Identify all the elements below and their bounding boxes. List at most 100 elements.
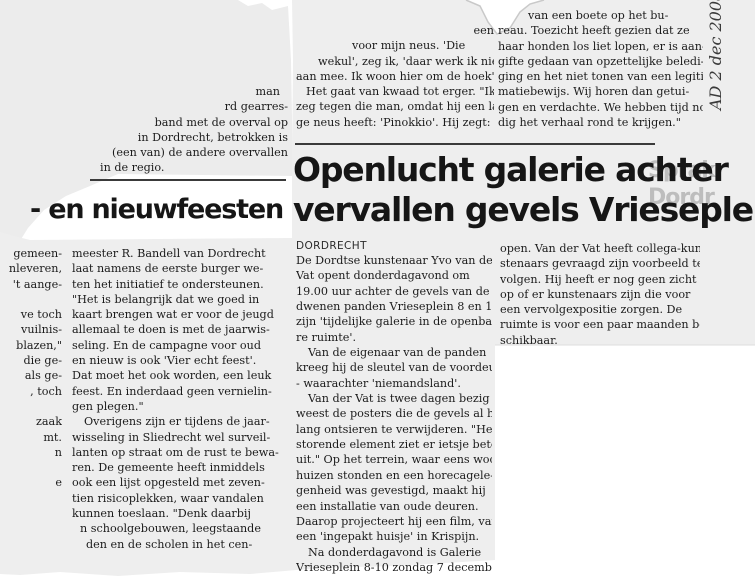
text-line: , toch <box>30 384 62 398</box>
text-line: open. Van der Vat heeft collega-kun- <box>500 242 700 255</box>
left-article-headline: - en nieuwfeesten <box>30 194 284 225</box>
dateline: DORDRECHT <box>296 240 367 252</box>
text-line: ren. De gemeente heeft inmiddels <box>72 461 265 475</box>
text-line <box>2 292 62 307</box>
main-headline-line2: vervallen gevels Vrieseplein <box>293 190 755 229</box>
text-line: aan mee. Ik woon hier om de hoek'." <box>296 69 494 83</box>
clip-top-left: man rd gearres- band met de overval op i… <box>88 84 288 176</box>
text-line: Overigens zijn er tijdens de jaar- <box>84 415 270 429</box>
main-article-col-a: De Dordtse kunstenaar Yvo van der Vat op… <box>296 253 492 575</box>
text-line: volgen. Hij heeft er nog geen zicht <box>500 272 697 286</box>
text-line: ve toch <box>20 308 62 322</box>
text-line <box>2 399 62 414</box>
text-line: Van de eigenaar van de panden <box>308 346 487 360</box>
text-line: den en de scholen in het cen- <box>86 537 253 551</box>
text-line: in Dordrecht, betrokken is <box>137 130 288 144</box>
text-line: vuilnis- <box>21 323 62 337</box>
text-line: een <box>473 24 494 37</box>
text-line: tien risicoplekken, waar vandalen <box>72 491 264 505</box>
text-line: weest de posters die de gevels al heel <box>296 407 492 421</box>
text-line: rd gearres- <box>224 100 288 114</box>
text-line: gemeen- <box>13 247 62 260</box>
text-line: man <box>255 85 280 98</box>
text-line: ge neus heeft: 'Pinokkio'. Hij zegt: <box>296 115 491 129</box>
text-line: Dat moet het ook worden, een leuk <box>72 369 272 383</box>
text-line: nleveren, <box>8 262 62 276</box>
text-line: wekul', zeg ik, 'daar werk ik niet <box>318 54 494 68</box>
text-line: ook een lijst opgesteld met zeven- <box>72 476 265 490</box>
text-line: en nieuw is ook 'Vier echt feest'. <box>72 354 257 368</box>
text-line: laat namens de eerste burger we- <box>72 262 264 276</box>
text-line: kreeg hij de sleutel van de voordeur <box>296 361 492 375</box>
main-article-rule <box>295 143 655 145</box>
text-line <box>2 460 62 475</box>
text-line: Daarop projecteert hij een film, van <box>296 514 492 528</box>
text-line: een 'ingepakt huisje' in Krispijn. <box>296 530 480 544</box>
text-line: voor mijn neus. 'Die <box>352 39 466 53</box>
text-line: Van der Vat is twee dagen bezig ge- <box>308 392 492 406</box>
handwritten-date-note: AD 2 dec 2008 <box>706 0 755 120</box>
text-line: gifte gedaan van opzettelijke beledi- <box>498 54 703 68</box>
scanned-clipping: man rd gearres- band met de overval op i… <box>0 0 755 588</box>
text-line: allemaal te doen is met de jaarwis- <box>72 323 270 337</box>
text-line: Vrieseplein 8-10 zondag 7 december <box>296 560 492 574</box>
text-line: gen en verdachte. We hebben tijd no- <box>498 100 703 114</box>
text-line: De Dordtse kunstenaar Yvo van der <box>296 254 492 267</box>
text-line: wisseling in Sliedrecht wel surveil- <box>72 430 271 444</box>
text-line: n schoolgebouwen, leegstaande <box>80 522 261 536</box>
text-line: als ge- <box>24 369 62 383</box>
text-line: ten het initiatief te ondersteunen. <box>72 277 264 291</box>
note-text: AD 2 dec 2008 <box>706 0 725 110</box>
text-line: zeg tegen die man, omdat hij een lan- <box>296 100 494 114</box>
text-line: blazen," <box>16 338 62 352</box>
text-line: re ruimte'. <box>296 330 357 344</box>
main-headline-line1: Openlucht galerie achter <box>293 150 729 189</box>
text-line: uit." Op het terrein, waar eens woon- <box>296 453 492 467</box>
text-line: matiebewijs. Wij horen dan getui- <box>498 85 690 99</box>
main-article-col-b: open. Van der Vat heeft collega-kun- ste… <box>500 241 700 348</box>
text-line: schikbaar. <box>500 333 558 347</box>
text-line: reau. Toezicht heeft gezien dat ze <box>498 24 690 38</box>
text-line: genheid was gevestigd, maakt hij <box>296 484 486 498</box>
text-line: Vat opent donderdagavond om <box>296 269 470 283</box>
text-line: 19.00 uur achter de gevels van de ver- <box>296 284 492 298</box>
text-line: haar honden los liet lopen, er is aan- <box>498 39 703 53</box>
text-line: kunnen toeslaan. "Denk daarbij <box>72 507 251 521</box>
text-line: seling. En de campagne voor oud <box>72 338 261 352</box>
text-line: lang ontsieren te verwijderen. "Het <box>296 422 492 436</box>
text-line: Na donderdagavond is Galerie <box>308 545 482 559</box>
text-line: meester R. Bandell van Dordrecht <box>72 247 266 260</box>
text-line: 't aange- <box>12 277 62 291</box>
text-line: n <box>54 445 62 459</box>
text-line: kaart brengen wat er voor de jeugd <box>72 308 274 322</box>
left-article-col-a: gemeen- nleveren, 't aange- ve toch vuil… <box>2 246 62 491</box>
text-line: in de regio. <box>100 161 165 175</box>
text-line: storende element ziet er ietsje beter <box>296 438 492 452</box>
text-line: band met de overval op <box>154 115 288 129</box>
blank-corner <box>495 345 755 588</box>
text-line: zaak <box>35 415 62 429</box>
text-line: dwenen panden Vrieseplein 8 en 10 <box>296 300 492 314</box>
text-line: een vervolgexpositie zorgen. De <box>500 303 683 317</box>
text-line: ruimte is voor een paar maanden be- <box>500 318 700 332</box>
text-line: (een van) de andere overvallen <box>111 146 288 160</box>
text-line: ging en het niet tonen van een legiti- <box>498 70 703 84</box>
text-line: gen plegen." <box>72 399 144 413</box>
text-line: feest. En inderdaad geen vernielin- <box>72 384 272 398</box>
text-line: huizen stonden en een horecagele- <box>296 468 492 482</box>
text-line: Het gaat van kwaad tot erger. "Ik <box>306 85 494 99</box>
text-line: een installatie van oude deuren. <box>296 499 479 513</box>
text-line: - waarachter 'niemandsland'. <box>296 376 461 390</box>
left-article-col-b: meester R. Bandell van Dordrecht laat na… <box>72 246 286 552</box>
text-line: lanten op straat om de rust te bewa- <box>72 445 279 459</box>
text-line: "Het is belangrijk dat we goed in <box>72 292 260 306</box>
clip-top-right: van een boete op het bu- reau. Toezicht … <box>498 8 703 130</box>
text-line: van een boete op het bu- <box>528 9 669 22</box>
section-rule <box>90 179 286 181</box>
text-line: dig het verhaal rond te krijgen." <box>498 116 681 130</box>
text-line: zijn 'tijdelijke galerie in de openba- <box>296 315 492 329</box>
text-line: op of er kunstenaars zijn die voor <box>500 287 691 301</box>
clip-top-middle: een voor mijn neus. 'Die wekul', zeg ik,… <box>296 23 494 130</box>
text-line: stenaars gevraagd zijn voorbeeld te <box>500 257 700 271</box>
text-line: die ge- <box>23 354 62 368</box>
